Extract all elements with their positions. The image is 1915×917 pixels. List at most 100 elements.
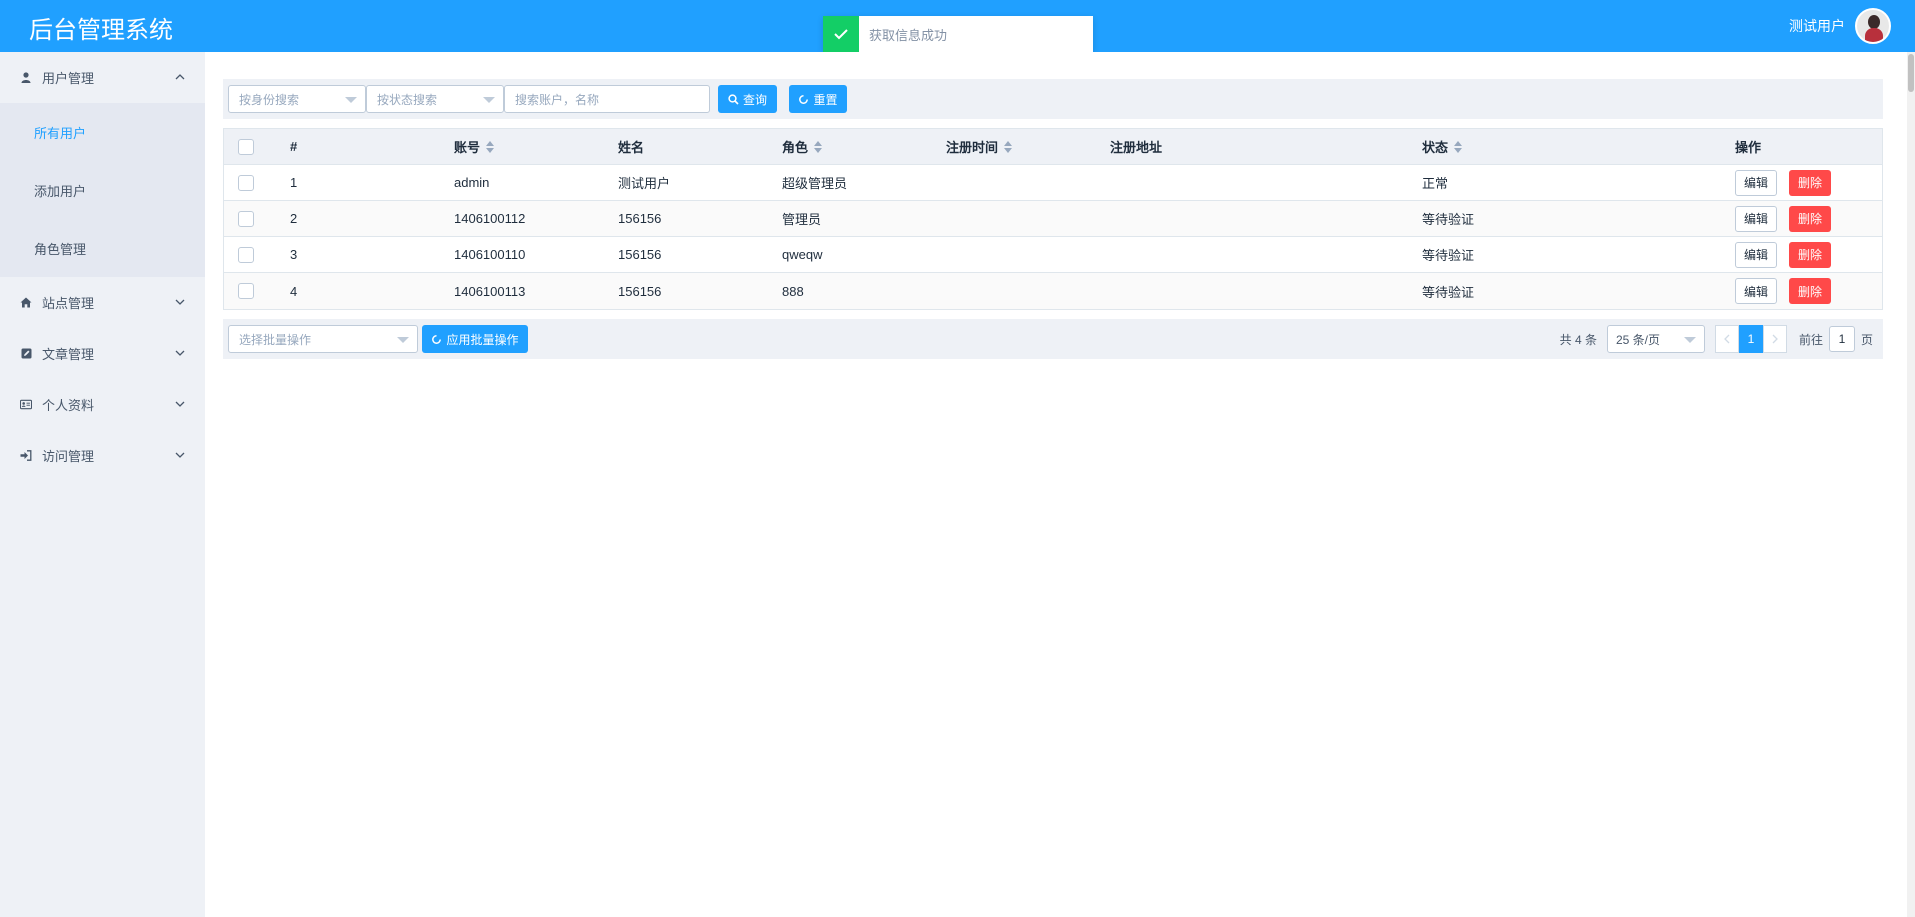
caret-down-icon	[345, 97, 357, 103]
sidebar-group-label: 个人资料	[42, 398, 95, 413]
column-header-label: 角色	[782, 140, 809, 155]
cell-role: 超级管理员	[782, 176, 848, 191]
select-all-cell	[238, 129, 254, 164]
cell-actions: 编辑	[1735, 237, 1777, 272]
delete-button[interactable]: 删除	[1789, 205, 1831, 232]
row-checkbox[interactable]	[238, 283, 254, 299]
pagination-total: 共 4 条	[1559, 332, 1597, 347]
apply-batch-button[interactable]: 应用批量操作	[422, 325, 528, 353]
sidebar-group-access-management[interactable]: 访问管理	[0, 430, 205, 481]
cell-actions: 删除	[1789, 165, 1831, 200]
avatar[interactable]	[1855, 8, 1891, 44]
search-button[interactable]: 查询	[718, 85, 777, 113]
sidebar-group-article-management[interactable]: 文章管理	[0, 328, 205, 379]
keyword-search-input[interactable]: 搜索账户，名称	[504, 85, 710, 113]
row-checkbox[interactable]	[238, 174, 254, 191]
batch-action-placeholder: 选择批量操作	[239, 332, 312, 347]
select-all-checkbox[interactable]	[238, 138, 254, 155]
column-header-role[interactable]: 角色	[782, 129, 823, 164]
goto-label: 前往	[1798, 332, 1823, 347]
edit-button[interactable]: 编辑	[1735, 278, 1777, 304]
cell-status: 正常	[1422, 176, 1449, 191]
edit-button[interactable]: 编辑	[1735, 241, 1777, 268]
column-header-reg-address: 注册地址	[1110, 140, 1163, 155]
chevron-down-icon	[175, 350, 185, 356]
refresh-icon	[432, 334, 442, 344]
vertical-scrollbar[interactable]	[1907, 52, 1915, 917]
edit-button[interactable]: 编辑	[1735, 205, 1777, 232]
identity-filter-select[interactable]: 按身份搜索	[228, 85, 366, 113]
sidebar-group-user-management[interactable]: 用户管理	[0, 52, 205, 103]
cell-actions: 编辑	[1735, 201, 1777, 236]
cell-role: qweqw	[782, 247, 823, 262]
cell-actions: 编辑	[1735, 273, 1777, 309]
cell-name: 156156	[618, 211, 662, 226]
sort-icon[interactable]	[814, 140, 823, 153]
column-header-reg-time[interactable]: 注册时间	[946, 129, 1013, 164]
column-header-name: 姓名	[618, 140, 645, 155]
sidebar-submenu-user-management: 所有用户 添加用户 角色管理	[0, 103, 205, 277]
chevron-right-icon	[1772, 334, 1778, 344]
row-select-cell	[238, 201, 254, 236]
chevron-down-icon	[175, 452, 185, 458]
cell-status: 等待验证	[1422, 212, 1475, 227]
sidebar-group-site-management[interactable]: 站点管理	[0, 277, 205, 328]
status-filter-select[interactable]: 按状态搜索	[366, 85, 504, 113]
cell-name: 测试用户	[618, 176, 671, 191]
cell-index: 4	[290, 283, 298, 299]
sidebar-item-add-user[interactable]: 添加用户	[0, 161, 205, 219]
sidebar-group-label: 站点管理	[42, 296, 95, 311]
reset-button-label: 重置	[813, 92, 838, 107]
goto-page-input[interactable]: 1	[1828, 326, 1855, 352]
cell-name: 156156	[618, 283, 662, 299]
caret-down-icon	[397, 337, 409, 343]
delete-button[interactable]: 删除	[1789, 169, 1831, 196]
edit-button[interactable]: 编辑	[1735, 169, 1777, 196]
sidebar-item-all-users[interactable]: 所有用户	[0, 103, 205, 161]
cell-role: 888	[782, 283, 804, 299]
sidebar-item-role-management[interactable]: 角色管理	[0, 219, 205, 277]
cell-index: 3	[290, 247, 298, 262]
sidebar-group-profile[interactable]: 个人资料	[0, 379, 205, 430]
page-number-current[interactable]: 1	[1738, 325, 1763, 353]
prev-page-button[interactable]	[1714, 325, 1739, 353]
username[interactable]: 测试用户	[1789, 16, 1845, 36]
batch-action-select[interactable]: 选择批量操作	[228, 325, 418, 353]
user-icon	[20, 72, 32, 84]
column-header-status[interactable]: 状态	[1422, 129, 1463, 164]
sidebar-group-label: 用户管理	[42, 71, 95, 86]
main-content: 按身份搜索 按状态搜索 搜索账户，名称 查询 重置 # 账号 姓名 角色 注册时…	[205, 52, 1915, 917]
delete-button[interactable]: 删除	[1789, 241, 1831, 268]
page-size-select[interactable]: 25 条/页	[1606, 325, 1705, 353]
chevron-left-icon	[1724, 334, 1730, 344]
column-header-account[interactable]: 账号	[454, 129, 495, 164]
delete-button[interactable]: 删除	[1789, 278, 1831, 304]
column-header-label: 状态	[1422, 140, 1449, 155]
row-select-cell	[238, 273, 254, 309]
users-table: # 账号 姓名 角色 注册时间 注册地址 状态 操作 1 admin 测试用户 …	[223, 128, 1883, 310]
identity-filter-placeholder: 按身份搜索	[239, 92, 300, 107]
row-checkbox[interactable]	[238, 210, 254, 227]
table-row: 3 1406100110 156156 qweqw 等待验证 编辑 删除	[224, 237, 1882, 273]
column-header-label: 注册时间	[946, 140, 999, 155]
scrollbar-thumb[interactable]	[1908, 54, 1914, 92]
user-menu[interactable]: 测试用户	[1789, 7, 1891, 45]
reset-button[interactable]: 重置	[789, 85, 847, 113]
table-header-row: # 账号 姓名 角色 注册时间 注册地址 状态 操作	[224, 129, 1882, 165]
id-card-icon	[20, 399, 32, 411]
edit-icon	[20, 348, 32, 360]
sidebar-group-label: 文章管理	[42, 347, 95, 362]
caret-down-icon	[1683, 337, 1696, 343]
cell-role: 管理员	[782, 212, 822, 227]
next-page-button[interactable]	[1762, 325, 1787, 353]
chevron-up-icon	[175, 74, 185, 80]
batch-pagination-bar: 选择批量操作 应用批量操作 共 4 条 25 条/页 1 前往 1 页	[223, 319, 1883, 359]
sign-in-icon	[20, 450, 32, 462]
search-icon	[728, 93, 739, 105]
sort-icon[interactable]	[1004, 140, 1013, 153]
sort-icon[interactable]	[1454, 140, 1463, 153]
success-toast: 获取信息成功	[823, 16, 1093, 52]
row-checkbox[interactable]	[238, 246, 254, 263]
sort-icon[interactable]	[486, 140, 495, 153]
chevron-down-icon	[175, 401, 185, 407]
